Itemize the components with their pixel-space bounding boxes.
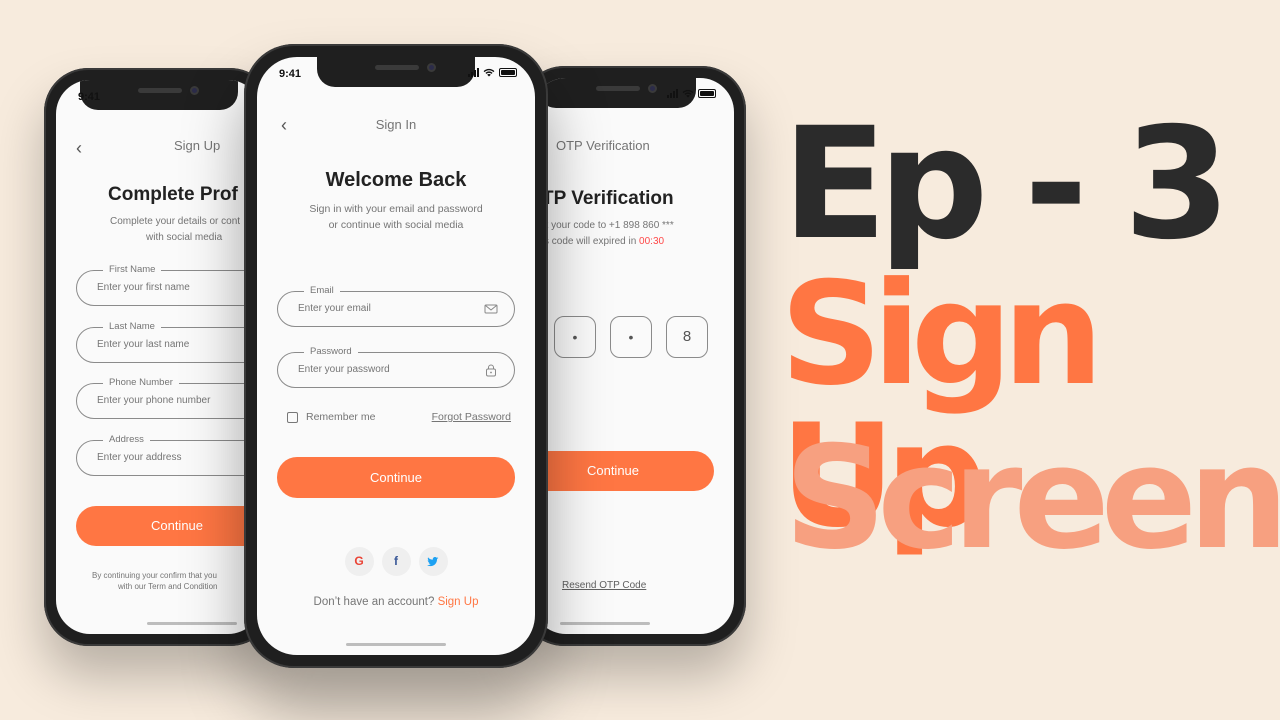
- status-icons: [667, 89, 716, 98]
- subtext-line: nt your code to +1 898 860 ***: [540, 220, 674, 231]
- subtext-line: Sign in with your email and password: [309, 203, 483, 215]
- field-label: Email: [304, 285, 340, 296]
- field-label: First Name: [103, 264, 162, 275]
- screen-sign-up: 9:41 ‹ Sign Up Complete Prof Complete yo…: [56, 80, 262, 634]
- continue-button[interactable]: Continue: [277, 457, 515, 498]
- subtext-line: with social media: [146, 232, 223, 243]
- twitter-button[interactable]: [418, 547, 448, 576]
- page-subtext: nt your code to +1 898 860 *** s code wi…: [540, 218, 734, 250]
- otp-digit: •: [572, 329, 578, 345]
- subtext-line: Complete your details or cont: [110, 216, 241, 227]
- checkbox-box[interactable]: [287, 411, 298, 423]
- page-headline: Complete Prof: [108, 184, 238, 205]
- signal-icon: [468, 68, 479, 77]
- otp-box[interactable]: •: [554, 316, 596, 358]
- terms-line: By continuing your confirm that you: [92, 571, 217, 580]
- no-account-text: Don’t have an account?: [313, 596, 435, 608]
- field-placeholder: Enter your first name: [97, 282, 190, 293]
- mail-icon: [484, 304, 498, 314]
- field-label: Last Name: [103, 321, 161, 332]
- forgot-password-link[interactable]: Forgot Password: [432, 411, 511, 423]
- home-indicator: [346, 643, 446, 646]
- facebook-button[interactable]: f: [381, 547, 411, 576]
- page-subtext: Complete your details or cont with socia…: [110, 214, 262, 246]
- status-time: 9:41: [78, 91, 101, 103]
- subtext-line: s code will expired in 00:30: [540, 234, 734, 250]
- field-placeholder: Enter your email: [298, 303, 371, 314]
- battery-icon: [499, 68, 517, 77]
- remember-me-checkbox[interactable]: Remember me: [287, 411, 375, 423]
- signup-prompt: Don’t have an account? Sign Up: [257, 596, 535, 608]
- continue-button[interactable]: Continue: [532, 451, 714, 491]
- otp-box[interactable]: •: [610, 316, 652, 358]
- sign-up-link[interactable]: Sign Up: [438, 596, 479, 608]
- nav-title: OTP Verification: [556, 138, 650, 153]
- field-label: Password: [304, 346, 358, 357]
- terms-line: with our Term and Condition: [118, 582, 218, 591]
- wifi-icon: [483, 68, 495, 77]
- google-button[interactable]: G: [344, 547, 374, 576]
- nav-title: Sign In: [375, 117, 417, 132]
- status-icons: [468, 68, 517, 77]
- screen-sign-in: 9:41 ‹ Sign In Welcome Back Sign in with…: [257, 57, 535, 655]
- episode-title: Ep - 3: [782, 95, 1231, 274]
- field-placeholder: Enter your password: [298, 364, 390, 375]
- page-headline: TP Verification: [542, 188, 674, 209]
- notch: [80, 80, 238, 110]
- screen-title: Screen: [784, 416, 1280, 581]
- continue-button[interactable]: Continue: [76, 506, 262, 546]
- screen-otp-verification: OTP Verification TP Verification nt your…: [532, 78, 734, 634]
- page-subtext: Sign in with your email and password or …: [277, 201, 515, 233]
- battery-icon: [698, 89, 716, 98]
- chevron-left-icon: ‹: [76, 138, 82, 158]
- field-placeholder: Enter your phone number: [97, 395, 211, 406]
- home-indicator: [559, 622, 650, 625]
- otp-digit: •: [628, 329, 634, 345]
- twitter-icon: [427, 556, 439, 566]
- otp-digit: 8: [682, 328, 692, 345]
- phone-sign-up: 9:41 ‹ Sign Up Complete Prof Complete yo…: [44, 68, 274, 646]
- status-time: 9:41: [279, 68, 302, 80]
- field-placeholder: Enter your address: [97, 452, 182, 463]
- otp-box[interactable]: 8: [666, 316, 708, 358]
- field-label: Phone Number: [103, 377, 179, 388]
- back-button[interactable]: ‹: [76, 138, 96, 158]
- field-placeholder: Enter your last name: [97, 339, 190, 350]
- address-field[interactable]: Address Enter your address: [76, 434, 262, 476]
- password-field[interactable]: Password Enter your password: [277, 346, 515, 388]
- field-label: Address: [103, 434, 150, 445]
- otp-timer: 00:30: [639, 236, 665, 247]
- expiry-text: s code will expired in: [544, 236, 637, 247]
- last-name-field[interactable]: Last Name Enter your last name: [76, 321, 262, 363]
- subtext-line: or continue with social media: [328, 219, 464, 231]
- phone-number-field[interactable]: Phone Number Enter your phone number: [76, 377, 262, 419]
- social-login-row: G f: [257, 547, 535, 576]
- lock-icon: [486, 364, 496, 377]
- phone-sign-in: 9:41 ‹ Sign In Welcome Back Sign in with…: [244, 44, 548, 668]
- terms-text: By continuing your confirm that you with…: [92, 570, 262, 592]
- first-name-field[interactable]: First Name Enter your first name: [76, 264, 262, 306]
- google-icon: G: [354, 554, 364, 568]
- remember-me-label: Remember me: [306, 411, 376, 423]
- signal-icon: [667, 89, 678, 98]
- phone-otp-verification: OTP Verification TP Verification nt your…: [520, 66, 746, 646]
- home-indicator: [146, 622, 237, 625]
- notch: [317, 57, 475, 87]
- facebook-icon: f: [394, 554, 398, 568]
- resend-otp-link[interactable]: Resend OTP Code: [562, 580, 646, 591]
- wifi-icon: [682, 89, 694, 98]
- email-field[interactable]: Email Enter your email: [277, 285, 515, 327]
- page-headline: Welcome Back: [325, 169, 467, 191]
